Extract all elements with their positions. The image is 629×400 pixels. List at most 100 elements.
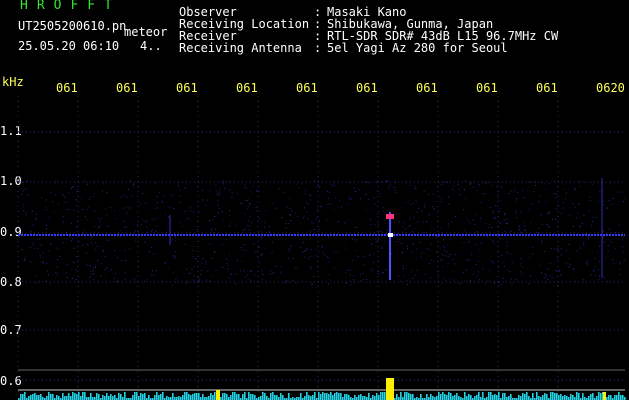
noise-dot bbox=[271, 241, 273, 243]
histogram-bar bbox=[570, 394, 572, 400]
noise-dot bbox=[504, 213, 506, 215]
histogram-bar bbox=[250, 394, 252, 400]
noise-dot bbox=[124, 260, 126, 262]
histogram-bar bbox=[476, 395, 478, 400]
noise-dot bbox=[68, 192, 70, 194]
noise-dot bbox=[579, 247, 581, 249]
noise-dot bbox=[214, 216, 216, 217]
noise-dot bbox=[568, 258, 570, 259]
noise-dot bbox=[412, 231, 414, 233]
noise-dot bbox=[588, 210, 590, 212]
noise-dot bbox=[179, 189, 181, 191]
noise-dot bbox=[269, 235, 271, 237]
noise-dot bbox=[189, 273, 191, 274]
noise-dot bbox=[585, 262, 587, 264]
noise-dot bbox=[39, 255, 41, 256]
noise-dot bbox=[499, 281, 500, 283]
noise-dot bbox=[172, 194, 174, 195]
noise-dot bbox=[500, 200, 502, 202]
histogram-bar bbox=[314, 392, 316, 400]
histogram-bar bbox=[156, 392, 158, 400]
noise-dot bbox=[591, 183, 593, 185]
histogram-bar bbox=[136, 392, 138, 400]
noise-dot bbox=[619, 262, 621, 264]
noise-dot bbox=[502, 262, 504, 264]
noise-dot bbox=[191, 245, 193, 247]
noise-dot bbox=[106, 192, 108, 194]
noise-dot bbox=[145, 202, 147, 204]
noise-dot bbox=[273, 272, 275, 274]
noise-dot bbox=[543, 183, 545, 185]
noise-dot bbox=[184, 244, 186, 246]
noise-dot bbox=[104, 255, 106, 257]
histogram-bar bbox=[448, 392, 450, 400]
noise-dot bbox=[227, 265, 229, 266]
noise-dot bbox=[72, 186, 74, 187]
noise-dot bbox=[222, 220, 224, 222]
noise-dot bbox=[175, 251, 177, 253]
noise-dot bbox=[591, 225, 593, 227]
noise-dot bbox=[576, 250, 578, 252]
histogram-bar bbox=[328, 394, 330, 400]
noise-dot bbox=[310, 267, 312, 269]
noise-dot bbox=[288, 281, 290, 283]
histogram-bar bbox=[154, 395, 156, 400]
noise-dot bbox=[32, 224, 34, 226]
noise-dot bbox=[260, 237, 262, 239]
noise-dot bbox=[533, 191, 535, 193]
noise-dot bbox=[39, 280, 40, 282]
noise-dot bbox=[536, 231, 538, 233]
noise-dot bbox=[405, 181, 407, 183]
noise-dot bbox=[308, 257, 310, 259]
noise-dot bbox=[35, 276, 37, 278]
histogram-bar bbox=[382, 392, 384, 400]
noise-dot bbox=[617, 191, 619, 193]
noise-dot bbox=[619, 274, 621, 275]
noise-dot bbox=[271, 273, 273, 275]
noise-dot bbox=[265, 210, 267, 212]
noise-dot bbox=[397, 241, 399, 242]
noise-dot bbox=[288, 248, 290, 250]
noise-dot bbox=[333, 183, 335, 185]
noise-dot bbox=[75, 269, 77, 271]
noise-dot bbox=[422, 221, 424, 223]
noise-dot bbox=[35, 218, 37, 220]
noise-dot bbox=[399, 280, 401, 282]
histogram-bar bbox=[198, 393, 200, 400]
noise-dot bbox=[360, 274, 362, 276]
noise-dot bbox=[497, 236, 499, 238]
noise-dot bbox=[217, 200, 219, 202]
noise-dot bbox=[285, 227, 287, 229]
noise-dot bbox=[248, 229, 250, 231]
noise-dot bbox=[87, 183, 89, 185]
histogram-bar bbox=[262, 392, 264, 400]
histogram-bar bbox=[30, 395, 32, 400]
histogram-bar bbox=[326, 393, 328, 400]
noise-dot bbox=[364, 181, 366, 183]
histogram-bar bbox=[496, 395, 498, 400]
noise-dot bbox=[258, 262, 260, 264]
noise-dot bbox=[345, 272, 347, 274]
noise-dot bbox=[540, 194, 541, 196]
noise-dot bbox=[88, 206, 90, 208]
noise-dot bbox=[442, 245, 444, 247]
noise-dot bbox=[418, 207, 420, 209]
noise-dot bbox=[278, 188, 280, 190]
noise-dot bbox=[495, 205, 497, 206]
noise-dot bbox=[250, 232, 252, 234]
noise-dot bbox=[478, 279, 480, 281]
noise-dot bbox=[489, 207, 491, 209]
noise-dot bbox=[84, 236, 86, 238]
noise-dot bbox=[349, 274, 351, 276]
noise-dot bbox=[611, 232, 613, 234]
noise-dot bbox=[133, 184, 134, 186]
noise-dot bbox=[435, 236, 437, 238]
noise-dot bbox=[31, 242, 33, 244]
noise-dot bbox=[394, 221, 396, 223]
noise-dot bbox=[94, 249, 96, 251]
histogram-bar bbox=[478, 392, 480, 400]
noise-dot bbox=[506, 222, 508, 224]
noise-dot bbox=[569, 263, 571, 265]
noise-dot bbox=[622, 191, 624, 193]
noise-dot bbox=[407, 201, 409, 203]
